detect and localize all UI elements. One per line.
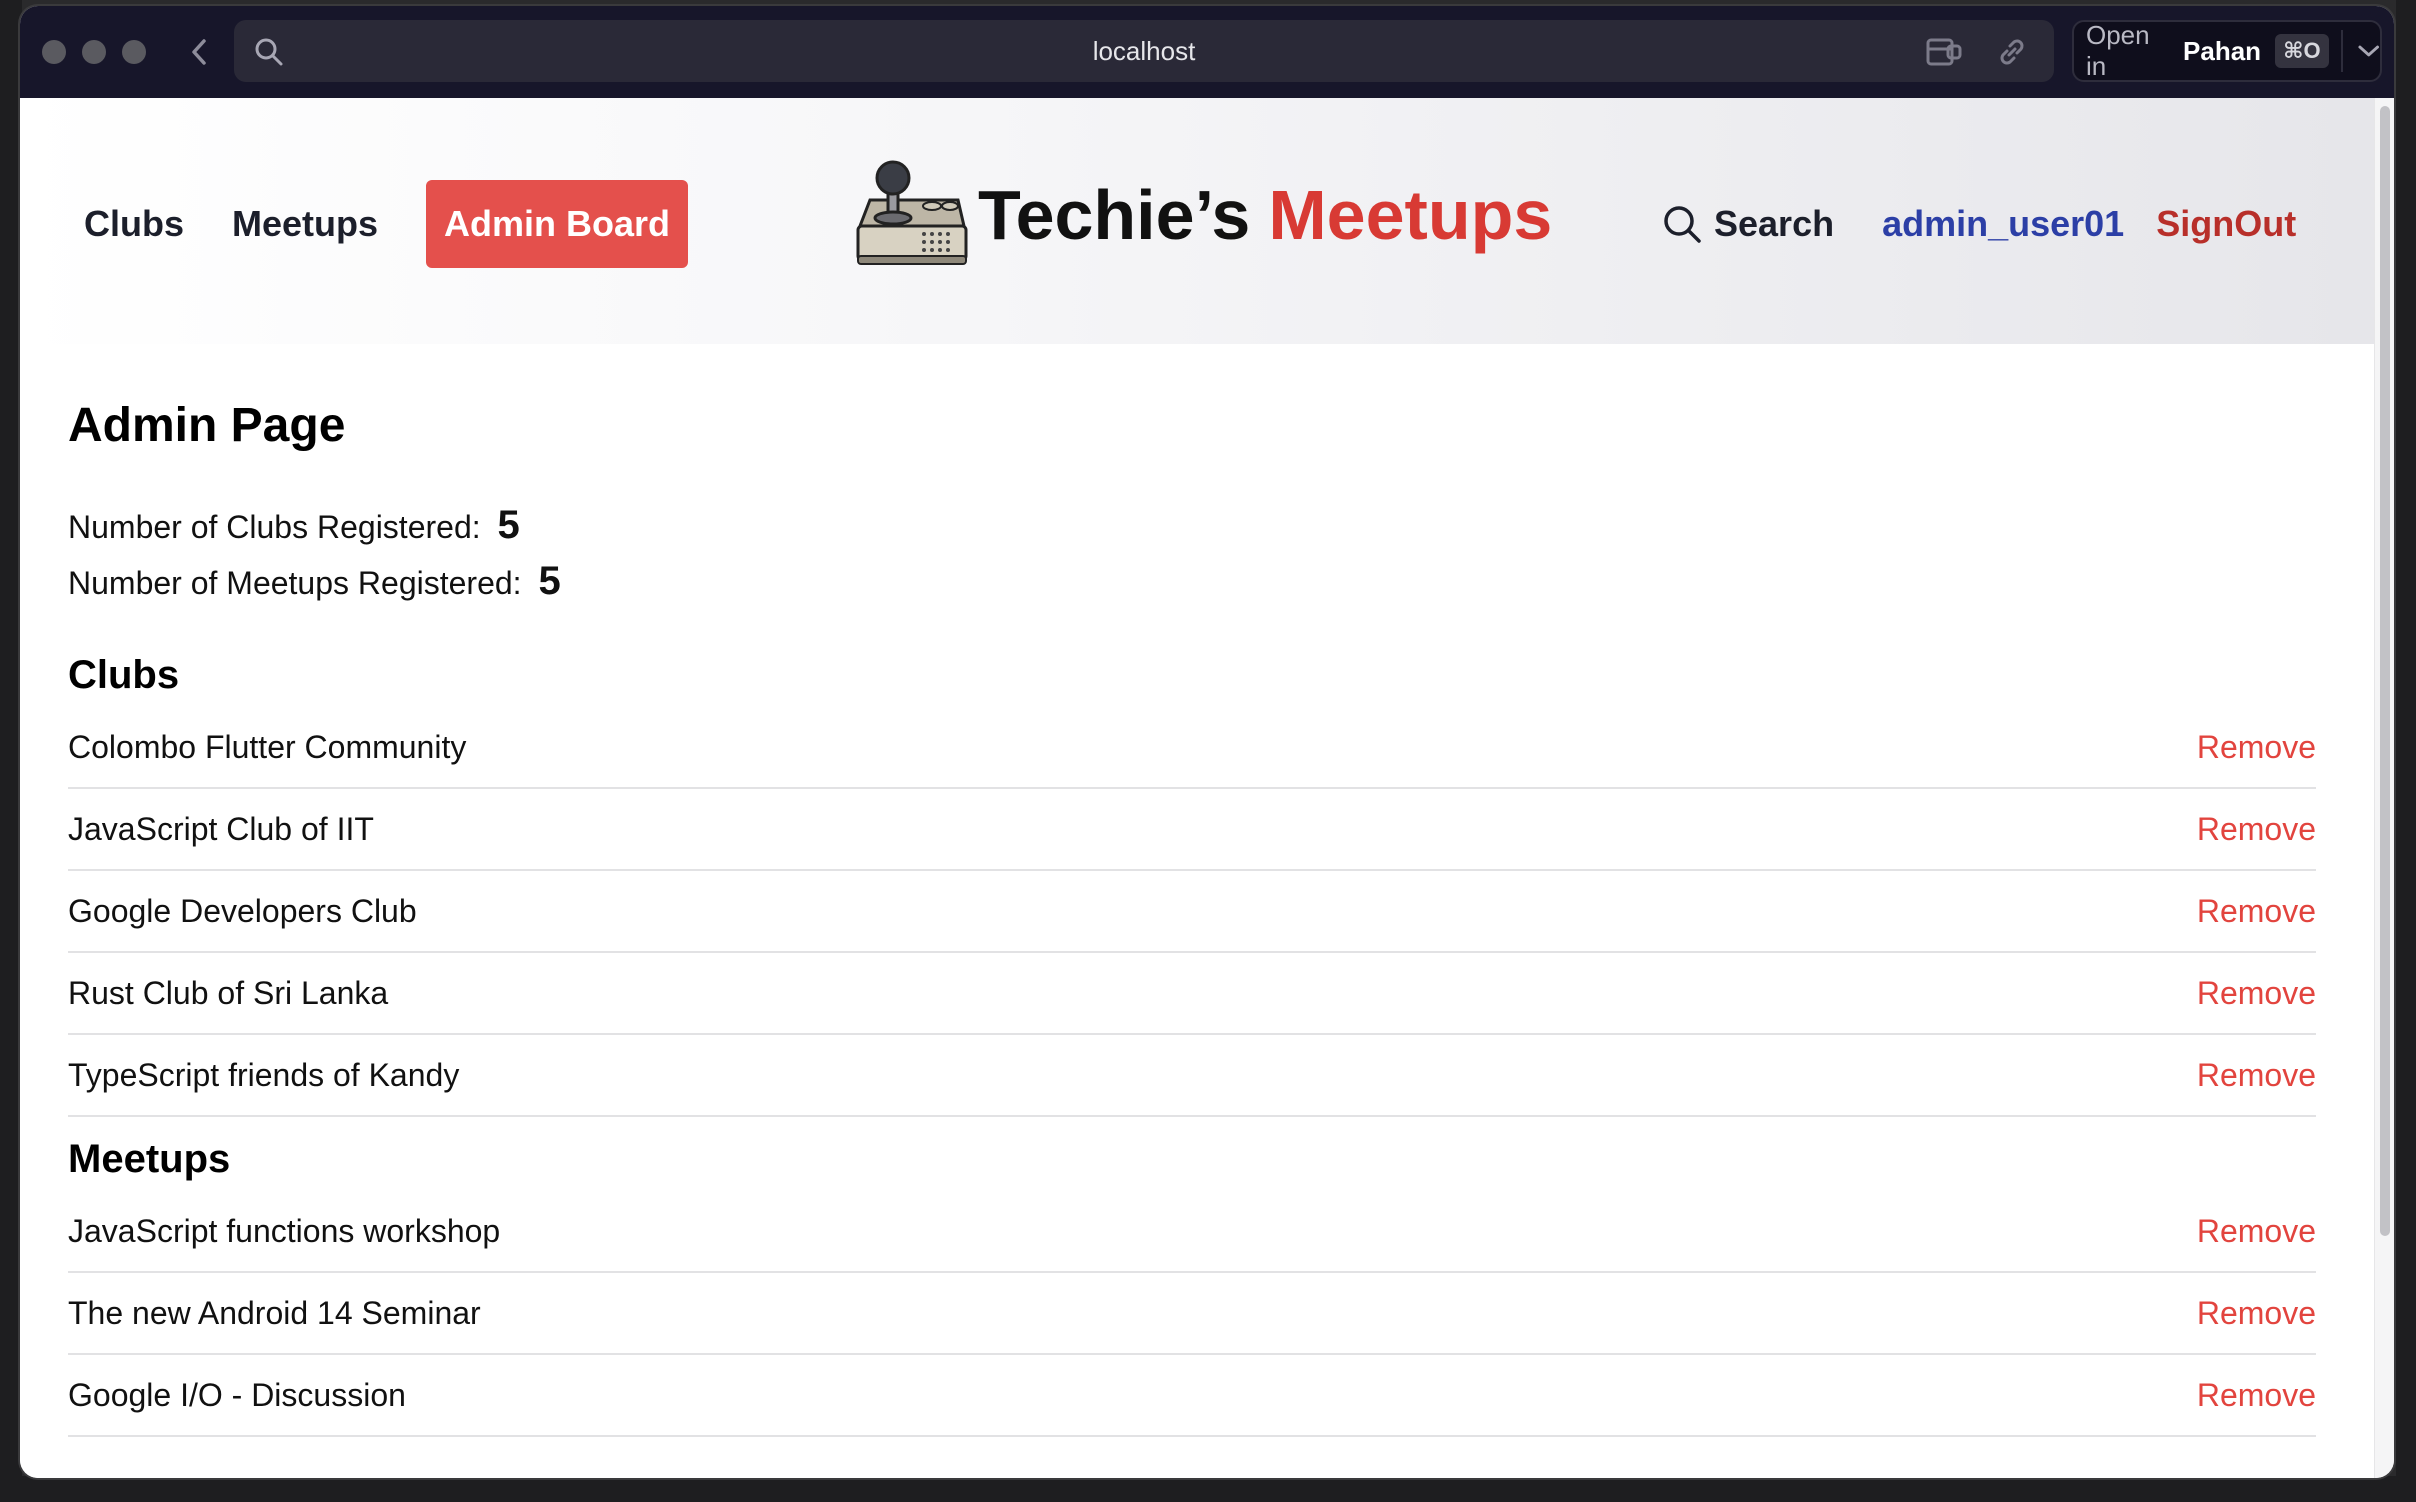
club-row: JavaScript Club of IIT Remove xyxy=(68,789,2316,871)
page-title: Admin Page xyxy=(68,399,346,452)
clubs-count-label: Number of Clubs Registered: xyxy=(68,509,481,545)
club-row: Google Developers Club Remove xyxy=(68,871,2316,953)
logo-word-meetups: Meetups xyxy=(1268,176,1553,254)
nav-meetups-link[interactable]: Meetups xyxy=(232,180,378,268)
clubs-list: Colombo Flutter Community Remove JavaScr… xyxy=(68,707,2316,1117)
browser-titlebar: localhost Open in Pahan ⌘O xyxy=(20,6,2394,98)
link-icon[interactable] xyxy=(1996,36,2028,68)
meetup-row: Google I/O - Discussion Remove xyxy=(68,1355,2316,1437)
meetup-name: The new Android 14 Seminar xyxy=(68,1294,481,1331)
remove-club-button[interactable]: Remove xyxy=(2197,729,2316,766)
close-window-button[interactable] xyxy=(42,40,66,64)
club-name: TypeScript friends of Kandy xyxy=(68,1056,460,1093)
joystick-logo-icon xyxy=(856,160,968,265)
club-row: Colombo Flutter Community Remove xyxy=(68,707,2316,789)
clubs-count-stat: Number of Clubs Registered: 5 xyxy=(68,497,2316,553)
club-name: JavaScript Club of IIT xyxy=(68,810,374,847)
meetups-count-stat: Number of Meetups Registered: 5 xyxy=(68,553,2316,609)
open-in-shortcut: ⌘O xyxy=(2275,34,2329,68)
background-editor-right xyxy=(2396,0,2416,1502)
url-tools xyxy=(1926,36,2028,68)
club-name: Rust Club of Sri Lanka xyxy=(68,974,389,1011)
meetup-row: JavaScript functions workshop Remove xyxy=(68,1191,2316,1273)
remove-meetup-button[interactable]: Remove xyxy=(2197,1213,2316,1250)
meetup-row: The new Android 14 Seminar Remove xyxy=(68,1273,2316,1355)
meetups-section-heading: Meetups xyxy=(68,1137,231,1181)
open-in-separator xyxy=(2340,30,2343,72)
chevron-left-icon xyxy=(192,39,206,65)
remove-meetup-button[interactable]: Remove xyxy=(2197,1377,2316,1414)
admin-board-button[interactable]: Admin Board xyxy=(426,180,689,268)
minimize-window-button[interactable] xyxy=(82,40,106,64)
remove-club-button[interactable]: Remove xyxy=(2197,1057,2316,1094)
logo-word-techies: Techie’s xyxy=(978,176,1251,254)
clubs-count-value: 5 xyxy=(497,503,520,547)
signout-link[interactable]: SignOut xyxy=(2156,203,2296,245)
back-button[interactable] xyxy=(184,32,214,72)
meetups-count-label: Number of Meetups Registered: xyxy=(68,565,522,601)
remove-club-button[interactable]: Remove xyxy=(2197,811,2316,848)
chevron-down-icon[interactable] xyxy=(2357,43,2380,59)
club-name: Google Developers Club xyxy=(68,892,417,929)
scrollbar-thumb[interactable] xyxy=(2380,106,2390,1236)
remove-club-button[interactable]: Remove xyxy=(2197,893,2316,930)
remove-meetup-button[interactable]: Remove xyxy=(2197,1295,2316,1332)
nav-left: Clubs Meetups Admin Board xyxy=(84,180,689,268)
club-row: Rust Club of Sri Lanka Remove xyxy=(68,953,2316,1035)
meetups-count-value: 5 xyxy=(538,559,561,603)
maximize-window-button[interactable] xyxy=(122,40,146,64)
remove-club-button[interactable]: Remove xyxy=(2197,975,2316,1012)
search-label: Search xyxy=(1714,203,1835,244)
background-editor-bottom xyxy=(0,1476,2416,1502)
url-text: localhost xyxy=(1092,36,1196,66)
open-in-label: Open in xyxy=(2086,20,2150,81)
window-controls xyxy=(42,40,146,64)
open-in-app-button[interactable]: Open in Pahan ⌘O xyxy=(2072,20,2382,82)
open-in-app-name: Pahan xyxy=(2183,35,2262,66)
browser-window: localhost Open in Pahan ⌘O Clubs Meetups… xyxy=(20,6,2394,1478)
page-scrollbar[interactable] xyxy=(2374,98,2394,1478)
username-link[interactable]: admin_user01 xyxy=(1882,203,2124,245)
address-bar[interactable]: localhost xyxy=(234,20,2054,82)
extension-icon[interactable] xyxy=(1926,36,1966,68)
nav-clubs-link[interactable]: Clubs xyxy=(84,180,184,268)
site-header: Clubs Meetups Admin Board Techie’s Meetu… xyxy=(20,98,2374,344)
background-editor-left xyxy=(0,0,22,1502)
site-logo[interactable]: Techie’s Meetups xyxy=(852,160,1552,270)
club-row: TypeScript friends of Kandy Remove xyxy=(68,1035,2316,1117)
nav-right: Search admin_user01 SignOut xyxy=(1662,180,2296,268)
clubs-section-heading: Clubs xyxy=(68,653,180,697)
search-icon xyxy=(1664,206,1701,243)
meetups-list: JavaScript functions workshop Remove The… xyxy=(68,1191,2316,1437)
admin-content: Admin Page Number of Clubs Registered: 5… xyxy=(68,398,2316,1437)
club-name: Colombo Flutter Community xyxy=(68,728,467,765)
meetup-name: JavaScript functions workshop xyxy=(68,1212,501,1249)
meetup-name: Google I/O - Discussion xyxy=(68,1376,406,1413)
web-page: Clubs Meetups Admin Board Techie’s Meetu… xyxy=(20,98,2374,1478)
search-link[interactable]: Search xyxy=(1662,203,1834,245)
